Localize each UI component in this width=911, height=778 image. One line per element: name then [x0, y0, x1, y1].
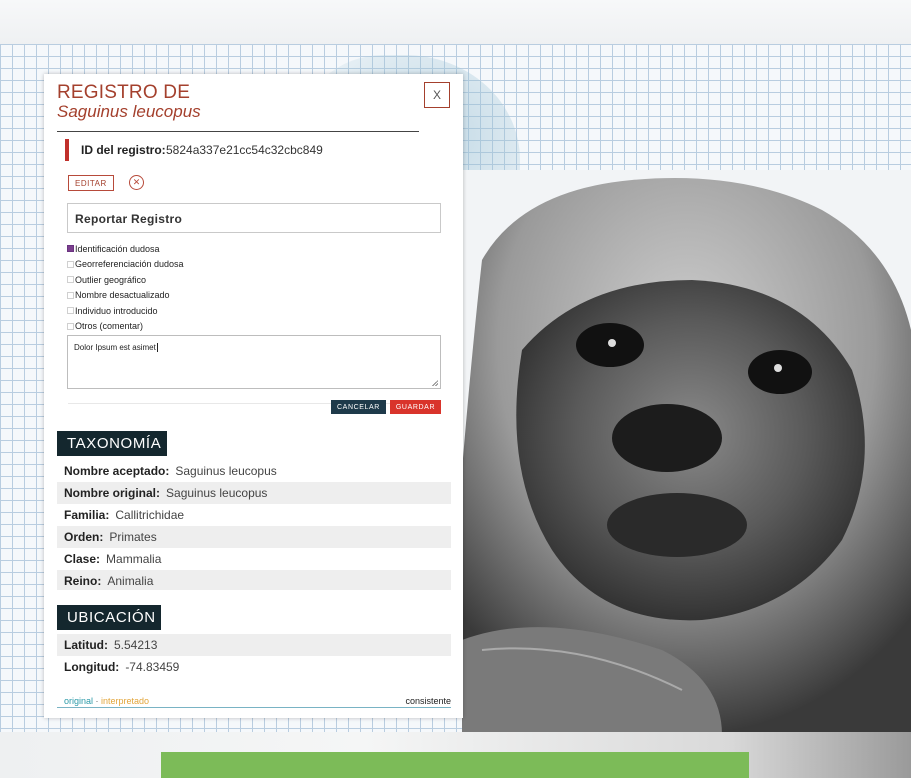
- option-identificacion-dudosa[interactable]: Identificación dudosa: [67, 241, 184, 257]
- row-value: Primates: [109, 530, 157, 544]
- checkbox-identificacion-dudosa[interactable]: [67, 245, 74, 253]
- title-divider: [57, 131, 419, 132]
- table-row: Orden: Primates: [57, 526, 451, 548]
- table-row: Longitud: -74.83459: [57, 656, 451, 678]
- checkbox-nombre-desactualizado[interactable]: [67, 291, 74, 299]
- row-value: 5.54213: [114, 638, 158, 652]
- resize-grip-icon[interactable]: [432, 380, 438, 386]
- green-footer-bar: [161, 752, 749, 778]
- monkey-photo: [462, 170, 911, 735]
- taxonomy-heading: TAXONOMÍA: [57, 431, 167, 456]
- option-label: Outlier geográfico: [75, 274, 147, 285]
- checkbox-otros[interactable]: [67, 322, 74, 330]
- row-label: Latitud:: [64, 638, 108, 652]
- location-list: Latitud: 5.54213 Longitud: -74.83459: [57, 634, 451, 680]
- species-name: Saguinus leucopus: [57, 102, 201, 121]
- legend-interpreted[interactable]: interpretado: [101, 696, 149, 706]
- row-value: Mammalia: [106, 552, 162, 566]
- edit-button[interactable]: EDITAR: [68, 175, 114, 191]
- table-row: Familia: Callitrichidae: [57, 504, 451, 526]
- row-value: Animalia: [107, 574, 154, 588]
- row-label: Nombre original:: [64, 486, 161, 500]
- row-value: Callitrichidae: [115, 508, 185, 522]
- report-header-box: Reportar Registro: [67, 203, 441, 233]
- close-button[interactable]: X: [424, 82, 450, 108]
- footer-divider: [57, 707, 451, 708]
- row-label: Nombre aceptado:: [64, 464, 170, 478]
- table-row: Nombre original: Saguinus leucopus: [57, 482, 451, 504]
- panel-title: REGISTRO DE: [57, 82, 191, 103]
- taxonomy-list[interactable]: Nombre aceptado: Saguinus leucopus Nombr…: [57, 460, 451, 590]
- checkbox-outlier-geografico[interactable]: [67, 276, 74, 284]
- checkbox-individuo-introducido[interactable]: [67, 307, 74, 315]
- close-circle-icon[interactable]: ✕: [129, 175, 144, 190]
- id-accent-bar: [65, 139, 69, 161]
- report-title: Reportar Registro: [75, 212, 183, 226]
- option-georreferenciacion-dudosa[interactable]: Georreferenciación dudosa: [67, 257, 184, 273]
- table-row: Latitud: 5.54213: [57, 634, 451, 656]
- option-outlier-geografico[interactable]: Outlier geográfico: [67, 272, 184, 288]
- record-id-value: 5824a337e21cc54c32cbc849: [166, 143, 323, 157]
- row-value: Saguinus leucopus: [166, 486, 268, 500]
- row-value: -74.83459: [125, 660, 180, 674]
- record-id-label: ID del registro:: [81, 143, 166, 157]
- row-label: Longitud:: [64, 660, 120, 674]
- legend-original[interactable]: original: [64, 696, 93, 706]
- save-button[interactable]: GUARDAR: [390, 400, 441, 414]
- location-heading: UBICACIÓN: [57, 605, 161, 630]
- table-row: Clase: Mammalia: [57, 548, 451, 570]
- data-source-legend: original · interpretado: [64, 696, 149, 706]
- option-label: Identificación dudosa: [75, 243, 160, 254]
- cancel-button[interactable]: CANCELAR: [331, 400, 386, 414]
- record-panel: REGISTRO DE Saguinus leucopus X ID del r…: [44, 74, 463, 718]
- option-label: Georreferenciación dudosa: [75, 259, 184, 270]
- option-label: Individuo introducido: [75, 305, 158, 316]
- table-row: Reino: Animalia: [57, 570, 451, 590]
- option-individuo-introducido[interactable]: Individuo introducido: [67, 303, 184, 319]
- comment-text: Dolor Ipsum est asimet: [74, 343, 156, 352]
- report-options: Identificación dudosa Georreferenciación…: [67, 241, 184, 334]
- checkbox-georreferenciacion-dudosa[interactable]: [67, 260, 74, 268]
- top-background-strip: [0, 0, 911, 46]
- option-nombre-desactualizado[interactable]: Nombre desactualizado: [67, 288, 184, 304]
- comment-textarea[interactable]: Dolor Ipsum est asimet: [67, 335, 441, 389]
- row-label: Orden:: [64, 530, 104, 544]
- option-label: Nombre desactualizado: [75, 290, 170, 301]
- row-label: Reino:: [64, 574, 102, 588]
- table-row: Nombre aceptado: Saguinus leucopus: [57, 460, 451, 482]
- row-value: Saguinus leucopus: [175, 464, 277, 478]
- consistency-status: consistente: [405, 696, 451, 706]
- legend-separator: ·: [93, 696, 102, 706]
- row-label: Familia:: [64, 508, 110, 522]
- option-label: Otros (comentar): [75, 321, 144, 332]
- option-otros[interactable]: Otros (comentar): [67, 319, 184, 335]
- row-label: Clase:: [64, 552, 101, 566]
